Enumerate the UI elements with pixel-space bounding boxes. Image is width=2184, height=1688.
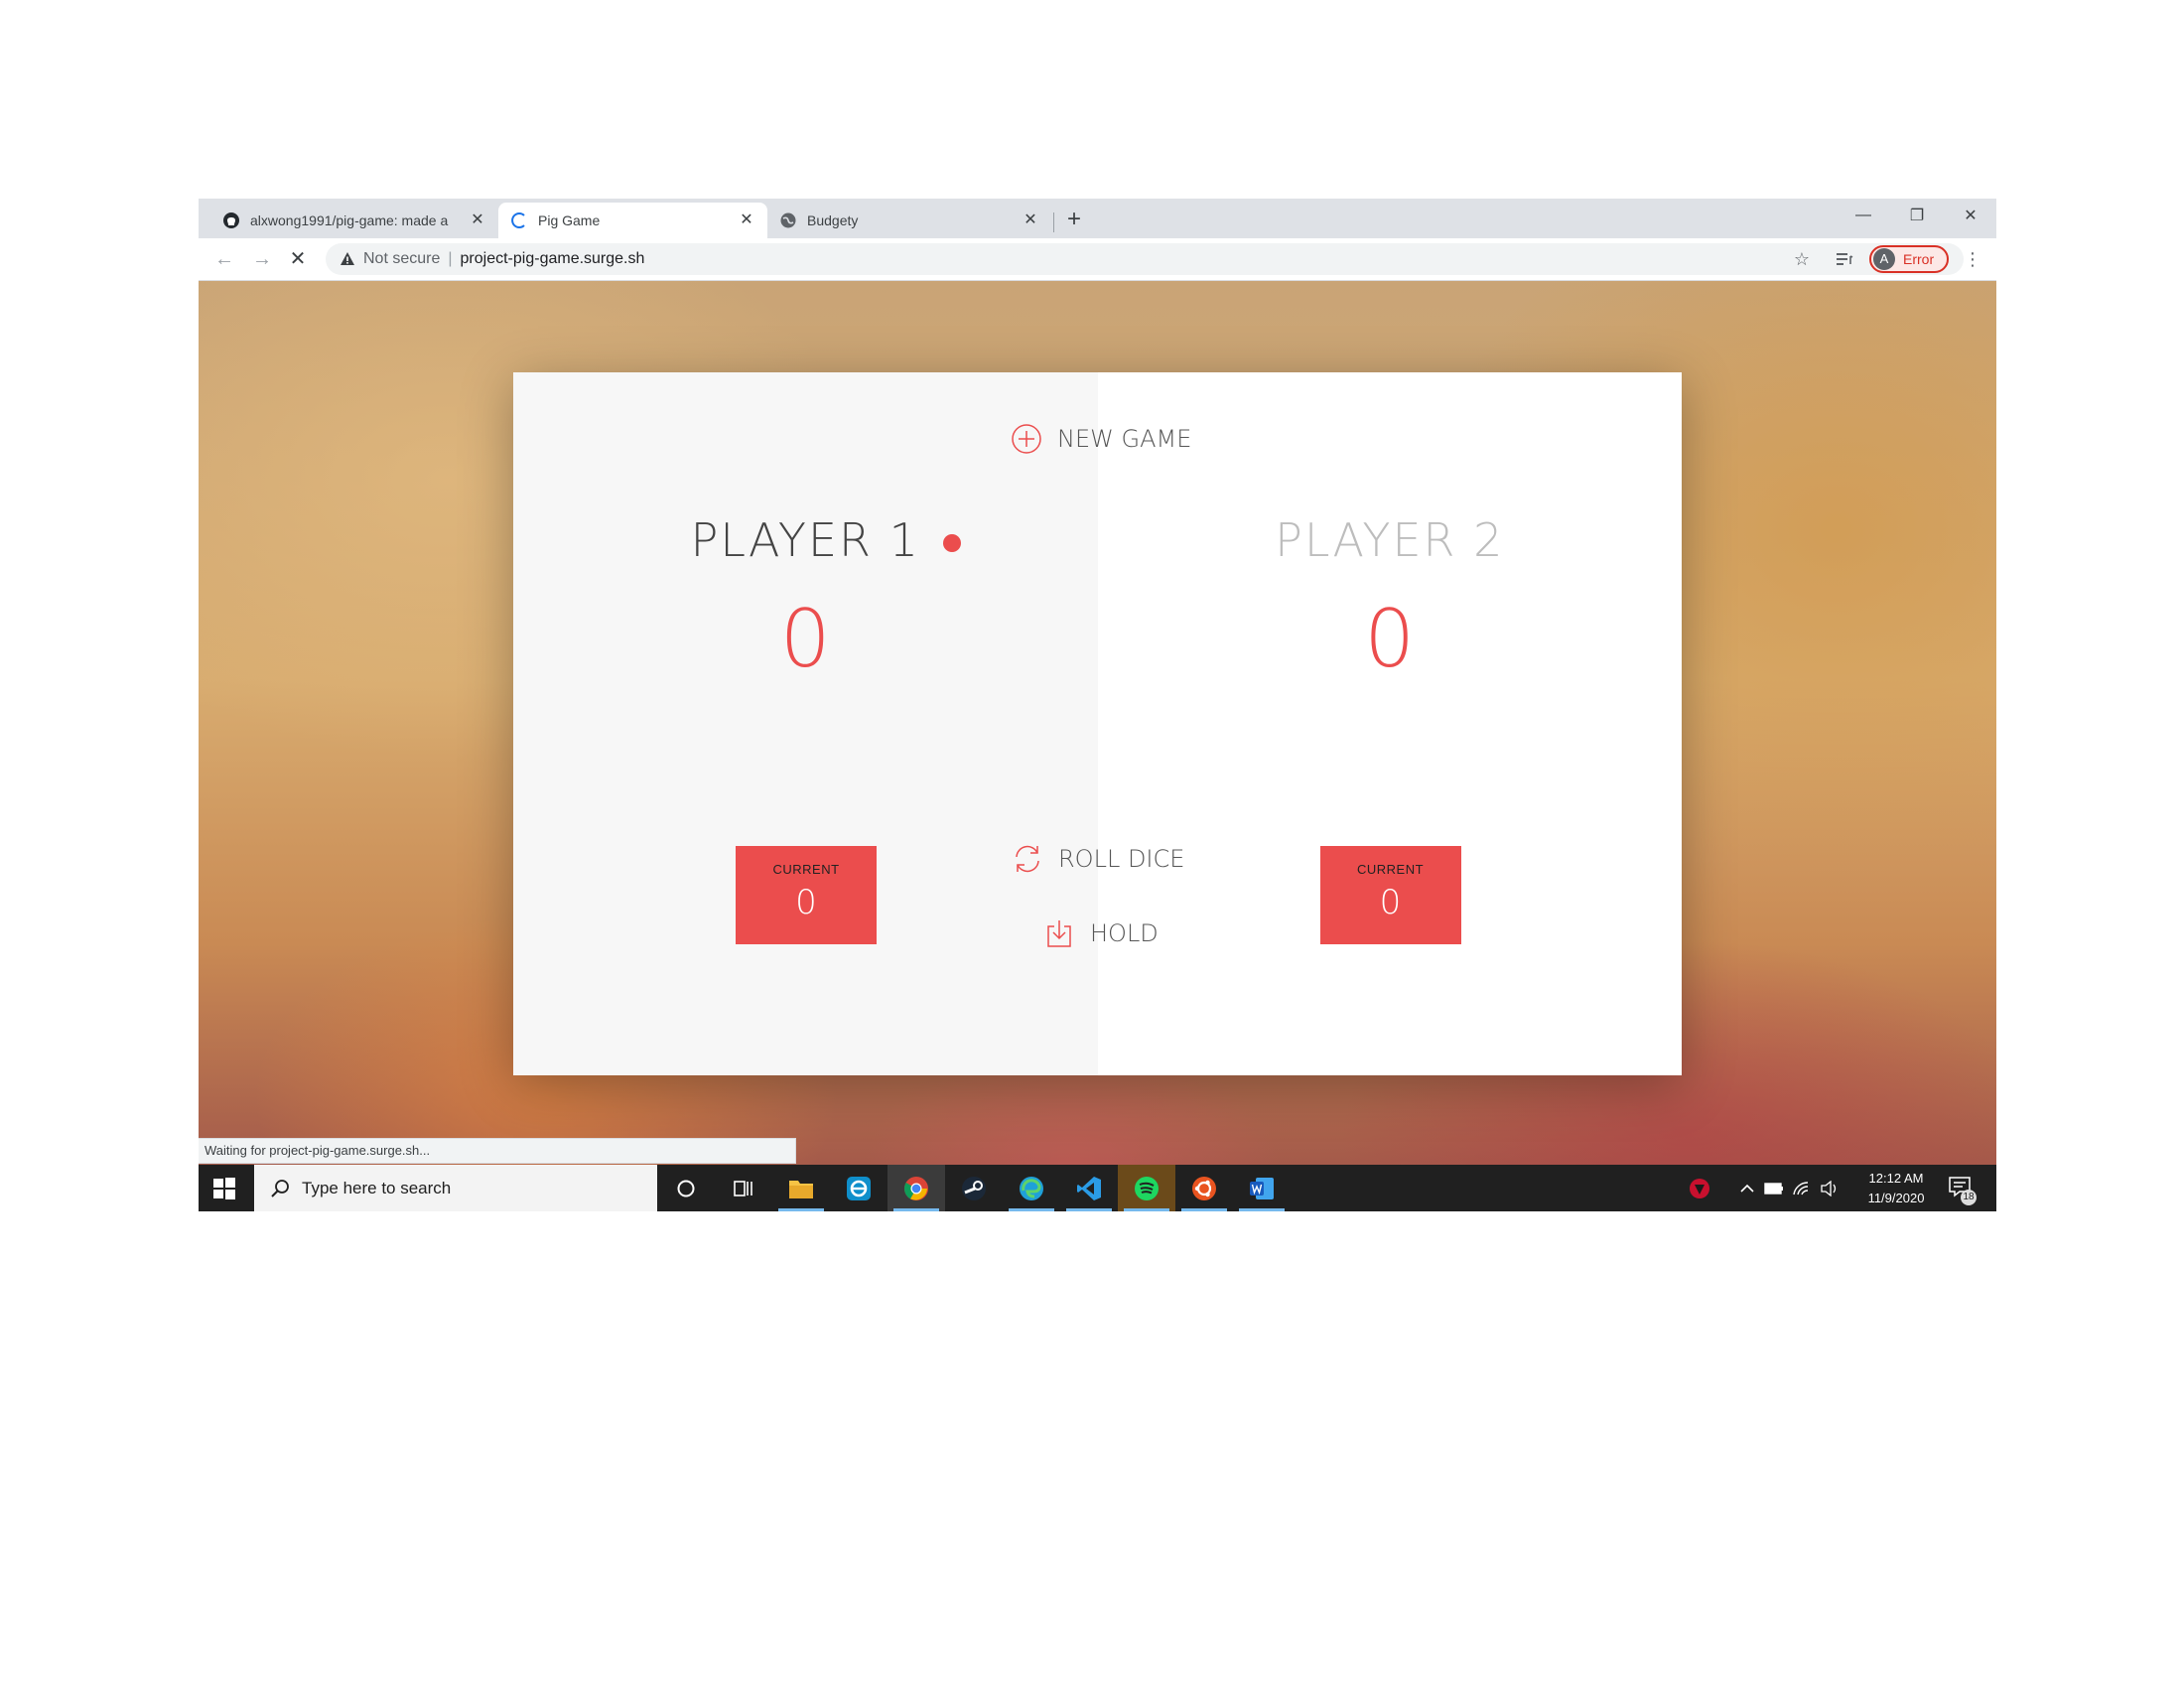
taskbar-search-box[interactable]: Type here to search	[254, 1165, 657, 1211]
roll-dice-button[interactable]: ROLL DICE	[1011, 842, 1184, 876]
clock-time: 12:12 AM	[1868, 1171, 1924, 1186]
hold-label: HOLD	[1090, 919, 1159, 947]
wifi-icon[interactable]	[1789, 1165, 1815, 1211]
status-bubble: Waiting for project-pig-game.surge.sh...	[199, 1138, 796, 1164]
roll-dice-label: ROLL DICE	[1058, 845, 1185, 873]
chrome-icon[interactable]	[887, 1165, 945, 1211]
chevron-up-icon[interactable]	[1735, 1165, 1759, 1211]
vscode-icon[interactable]	[1060, 1165, 1118, 1211]
tab-divider	[1053, 212, 1054, 232]
player-1-name: PLAYER 1	[690, 513, 920, 567]
warning-icon	[338, 249, 357, 269]
active-player-indicator	[943, 534, 961, 552]
hold-button[interactable]: HOLD	[1042, 916, 1159, 950]
player-1-current-score: 0	[795, 883, 817, 922]
search-icon	[271, 1179, 289, 1197]
spotify-icon[interactable]	[1118, 1165, 1175, 1211]
github-icon	[222, 211, 240, 229]
player-2-score: 0	[1364, 593, 1416, 685]
plus-circle-icon	[1010, 422, 1043, 456]
more-menu-icon[interactable]: ⋮	[1961, 247, 1984, 271]
edge-icon[interactable]	[1003, 1165, 1060, 1211]
player-2-name: PLAYER 2	[1275, 513, 1505, 567]
tab-budgety[interactable]: Budgety ✕	[767, 203, 1051, 238]
steam-icon[interactable]	[945, 1165, 1003, 1211]
new-game-button[interactable]: NEW GAME	[1010, 422, 1191, 456]
media-queue-icon[interactable]	[1833, 247, 1856, 271]
notification-count-badge: 18	[1961, 1190, 1977, 1205]
file-explorer-icon[interactable]	[772, 1165, 830, 1211]
search-placeholder: Type here to search	[302, 1178, 452, 1197]
player-2-current-box: CURRENT 0	[1319, 846, 1461, 944]
windows-start-icon[interactable]	[212, 1177, 236, 1200]
globe-icon	[779, 211, 797, 229]
close-icon[interactable]: ✕	[1022, 211, 1039, 229]
desktop-screen: alxwong1991/pig-game: made a ✕ Pig Game …	[199, 199, 1996, 1211]
address-separator: |	[448, 250, 453, 267]
taskbar-clock[interactable]: 12:12 AM 11/9/2020	[1856, 1169, 1936, 1208]
tab-github[interactable]: alxwong1991/pig-game: made a ✕	[210, 203, 498, 238]
player-1-panel: PLAYER 1 0 CURRENT 0	[513, 372, 1098, 1075]
refresh-icon	[1011, 842, 1044, 876]
restore-button[interactable]: ❐	[1890, 199, 1944, 232]
stop-loading-button[interactable]: ✕	[286, 247, 310, 271]
cortana-icon[interactable]	[657, 1165, 715, 1211]
player-1-current-box: CURRENT 0	[736, 846, 877, 944]
current-label: CURRENT	[1356, 862, 1425, 877]
address-bar[interactable]: Not secure | project-pig-game.surge.sh	[326, 243, 1964, 275]
taskbar: Type here to search 12:12 AM 11/9/2020 1…	[199, 1165, 1996, 1211]
browser-toolbar: ← → ✕ Not secure | project-pig-game.surg…	[199, 238, 1996, 281]
player-2-current-score: 0	[1379, 883, 1402, 922]
back-button[interactable]: ←	[212, 247, 236, 271]
window-close-button[interactable]: ✕	[1944, 199, 1996, 232]
task-view-icon[interactable]	[715, 1165, 772, 1211]
battery-icon[interactable]	[1761, 1165, 1787, 1211]
url-text[interactable]: project-pig-game.surge.sh	[461, 250, 645, 268]
close-icon[interactable]: ✕	[469, 211, 486, 229]
page-viewport: PLAYER 1 0 CURRENT 0 PLAYER 2 0 CURRENT …	[199, 281, 1996, 1165]
minimize-button[interactable]: —	[1837, 199, 1890, 232]
avatar: A	[1873, 248, 1895, 270]
new-tab-button[interactable]: +	[1060, 207, 1088, 234]
tab-title: Budgety	[807, 212, 859, 228]
word-icon[interactable]	[1233, 1165, 1291, 1211]
profile-button[interactable]: A Error	[1869, 245, 1949, 273]
forward-button[interactable]: →	[250, 247, 274, 271]
tab-title: alxwong1991/pig-game: made a	[250, 212, 449, 228]
tab-pig-game[interactable]: Pig Game ✕	[498, 203, 767, 238]
edge-legacy-icon[interactable]	[830, 1165, 887, 1211]
security-label[interactable]: Not secure	[363, 250, 440, 268]
close-icon[interactable]: ✕	[738, 211, 755, 229]
player-1-score: 0	[779, 593, 831, 685]
volume-icon[interactable]	[1817, 1165, 1843, 1211]
new-game-label: NEW GAME	[1057, 425, 1192, 453]
antivirus-tray-icon[interactable]	[1686, 1165, 1713, 1211]
game-panel: PLAYER 1 0 CURRENT 0 PLAYER 2 0 CURRENT …	[513, 372, 1682, 1075]
loading-spinner-icon	[510, 211, 528, 229]
tab-strip: alxwong1991/pig-game: made a ✕ Pig Game …	[199, 199, 1996, 238]
bookmark-star-icon[interactable]: ☆	[1790, 247, 1814, 271]
ubuntu-icon[interactable]	[1175, 1165, 1233, 1211]
current-label: CURRENT	[772, 862, 840, 877]
tab-title: Pig Game	[538, 212, 601, 228]
download-icon	[1042, 916, 1076, 950]
profile-status: Error	[1903, 251, 1935, 267]
player-2-panel: PLAYER 2 0 CURRENT 0	[1097, 372, 1682, 1075]
clock-date: 11/9/2020	[1867, 1191, 1925, 1205]
